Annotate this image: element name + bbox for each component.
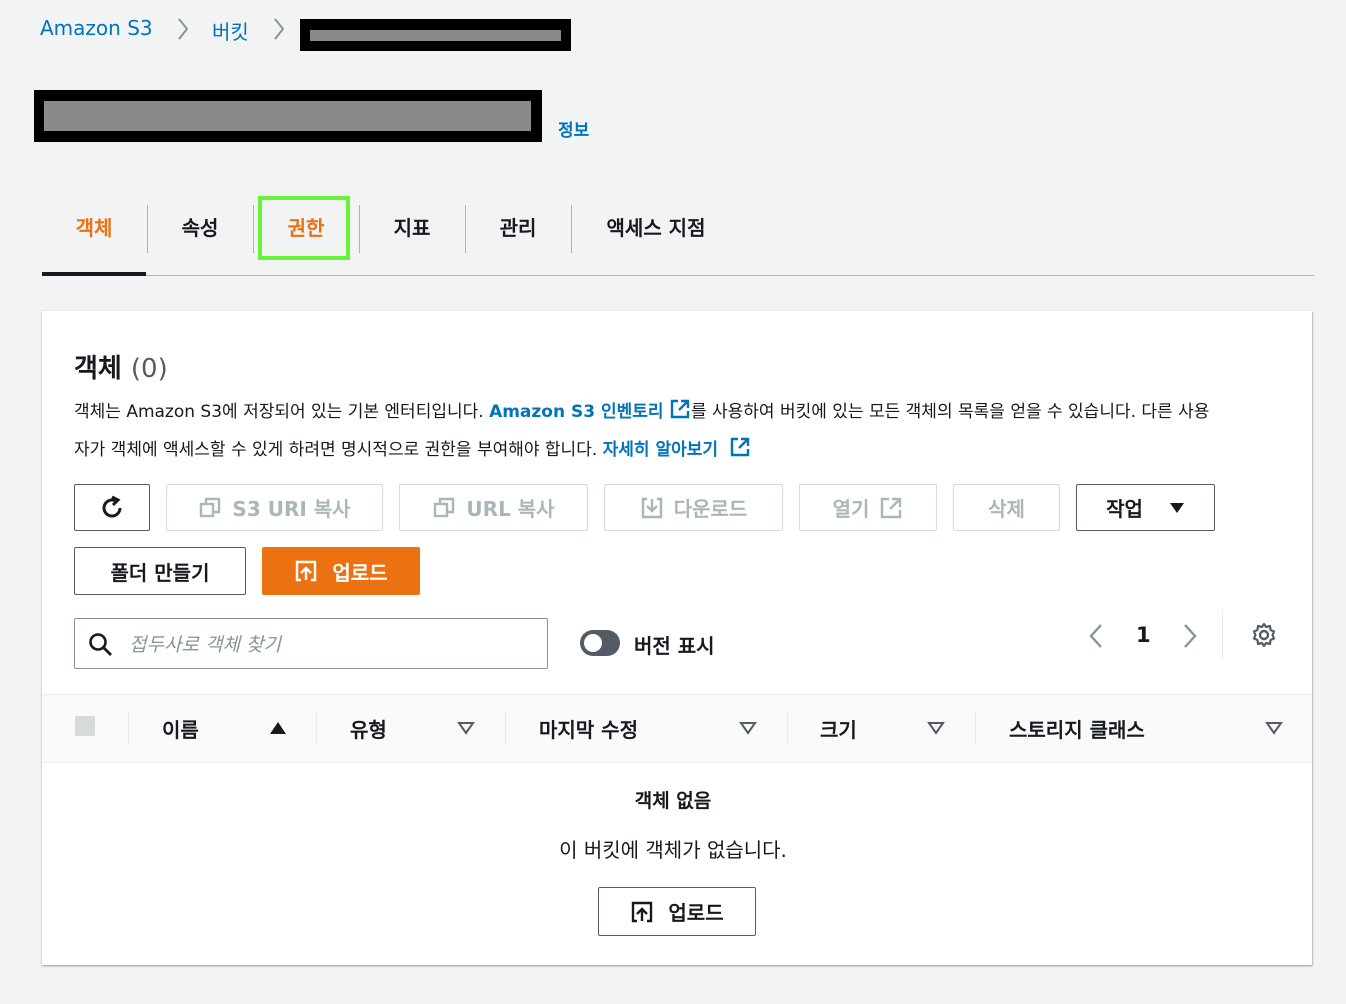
copy-url-label: URL 복사 (466, 497, 555, 521)
empty-state-description: 이 버킷에 객체가 없습니다. (559, 838, 787, 862)
object-count: (0) (130, 354, 168, 384)
sort-descending-icon[interactable] (927, 720, 945, 739)
active-tab-underline (42, 272, 146, 276)
info-link[interactable]: 정보 (558, 116, 589, 141)
delete-button[interactable]: 삭제 (953, 484, 1060, 531)
download-button[interactable]: 다운로드 (604, 484, 783, 531)
column-divider (787, 711, 788, 745)
description-text: 자가 객체에 액세스할 수 있게 하려면 명시적으로 권한을 부여해야 합니다. (74, 440, 603, 460)
column-divider (505, 711, 506, 745)
current-page[interactable]: 1 (1136, 623, 1151, 647)
next-page-icon[interactable] (1180, 622, 1200, 654)
chevron-right-icon (272, 14, 286, 50)
breadcrumb-amazon-s3[interactable]: Amazon S3 (40, 16, 153, 40)
select-all-checkbox[interactable] (75, 716, 95, 736)
upload-label: 업로드 (332, 560, 388, 585)
search-input[interactable] (127, 628, 531, 662)
download-label: 다운로드 (673, 497, 748, 521)
sort-descending-icon[interactable] (1265, 720, 1283, 739)
column-header-type[interactable]: 유형 (350, 714, 387, 743)
copy-s3-uri-label: S3 URI 복사 (232, 497, 351, 521)
copy-s3-uri-button[interactable]: S3 URI 복사 (166, 484, 383, 531)
show-versions-label: 버전 표시 (634, 634, 715, 658)
search-field[interactable] (74, 618, 548, 669)
panel-description: 객체는 Amazon S3에 저장되어 있는 기본 엔터티입니다. Amazon… (74, 395, 1274, 471)
copy-url-button[interactable]: URL 복사 (399, 484, 588, 531)
create-folder-label: 폴더 만들기 (110, 560, 210, 585)
caret-down-icon (1169, 502, 1185, 514)
actions-dropdown[interactable]: 작업 (1076, 484, 1215, 531)
open-button[interactable]: 열기 (799, 484, 937, 531)
panel-title: 객체 (0) (74, 348, 168, 385)
column-header-last-modified[interactable]: 마지막 수정 (539, 714, 638, 743)
breadcrumb-buckets[interactable]: 버킷 (212, 16, 249, 45)
description-text: 를 사용하여 버킷에 있는 모든 객체의 목록을 얻을 수 있습니다. 다른 사… (690, 402, 1210, 422)
show-versions-toggle[interactable] (580, 630, 620, 656)
empty-state-title: 객체 없음 (634, 790, 712, 812)
refresh-button[interactable] (74, 484, 150, 531)
upload-button[interactable]: 업로드 (262, 547, 420, 595)
copy-icon (198, 496, 222, 520)
pagination-divider (1222, 610, 1223, 660)
column-header-size[interactable]: 크기 (820, 714, 857, 743)
panel-title-text: 객체 (74, 354, 122, 384)
external-link-icon (879, 496, 903, 520)
tabs-baseline (42, 275, 1314, 276)
delete-label: 삭제 (988, 497, 1025, 521)
upload-icon (294, 559, 318, 583)
actions-label: 작업 (1106, 497, 1143, 521)
settings-gear-icon[interactable] (1251, 622, 1277, 652)
highlight-box (258, 196, 350, 260)
open-label: 열기 (832, 497, 870, 521)
search-icon (88, 632, 114, 662)
external-link-icon[interactable] (729, 436, 751, 471)
download-icon (640, 496, 664, 520)
redacted-page-title (34, 90, 542, 142)
column-header-name[interactable]: 이름 (162, 714, 199, 743)
prev-page-icon[interactable] (1086, 622, 1106, 654)
chevron-right-icon (176, 14, 190, 50)
toggle-knob (584, 634, 602, 652)
copy-icon (432, 496, 456, 520)
tab-objects[interactable]: 객체 (42, 208, 146, 252)
sort-descending-icon[interactable] (739, 720, 757, 739)
tab-metrics[interactable]: 지표 (360, 208, 464, 252)
tab-access-points[interactable]: 액세스 지점 (580, 208, 732, 252)
learn-more-link[interactable]: 자세히 알아보기 (603, 440, 718, 460)
column-divider (975, 711, 976, 745)
tab-divider (571, 205, 572, 253)
redacted-bucket-name-breadcrumb (300, 19, 571, 51)
column-header-storage-class[interactable]: 스토리지 클래스 (1009, 714, 1145, 743)
tab-management[interactable]: 관리 (466, 208, 570, 252)
sort-ascending-icon[interactable] (269, 720, 287, 739)
column-divider (316, 711, 317, 745)
description-text: 객체는 Amazon S3에 저장되어 있는 기본 엔터티입니다. (74, 402, 490, 422)
inventory-link[interactable]: Amazon S3 인벤토리 (489, 402, 664, 422)
create-folder-button[interactable]: 폴더 만들기 (74, 547, 246, 595)
external-link-icon[interactable] (669, 398, 691, 433)
upload-label: 업로드 (668, 901, 724, 925)
empty-state-upload-button[interactable]: 업로드 (598, 887, 756, 936)
upload-icon (630, 900, 654, 924)
refresh-icon (98, 494, 126, 522)
column-divider (128, 711, 129, 745)
tab-properties[interactable]: 속성 (148, 208, 252, 252)
sort-descending-icon[interactable] (457, 720, 475, 739)
